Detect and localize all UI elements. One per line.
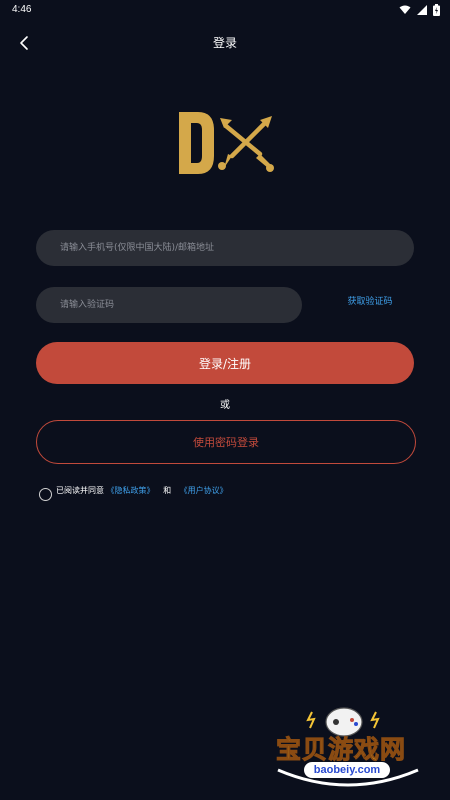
password-login-button[interactable]: 使用密码登录 bbox=[36, 420, 416, 464]
status-icons bbox=[399, 4, 440, 16]
agreement-row: 已阅读并同意 《隐私政策》 和 《用户协议》 bbox=[39, 480, 228, 501]
battery-icon bbox=[433, 4, 440, 16]
watermark-url: baobeiy.com bbox=[304, 762, 390, 778]
status-time: 4:46 bbox=[12, 4, 32, 15]
status-bar: 4:46 bbox=[0, 0, 450, 22]
header: 登录 bbox=[0, 28, 450, 58]
verification-code-field[interactable] bbox=[36, 287, 302, 323]
or-divider: 或 bbox=[220, 400, 230, 411]
phone-email-input[interactable] bbox=[58, 242, 414, 254]
agree-checkbox[interactable] bbox=[39, 488, 52, 501]
watermark-brand-text: 宝贝游戏网 bbox=[275, 735, 407, 765]
wifi-icon bbox=[399, 5, 411, 14]
dx-logo bbox=[179, 112, 274, 174]
login-register-button[interactable]: 登录/注册 bbox=[36, 342, 414, 384]
user-agreement-link[interactable]: 《用户协议》 bbox=[180, 486, 228, 495]
privacy-policy-link[interactable]: 《隐私政策》 bbox=[107, 486, 155, 495]
agreement-text: 已阅读并同意 《隐私政策》 和 《用户协议》 bbox=[56, 485, 228, 496]
verification-code-input[interactable] bbox=[58, 299, 302, 311]
agreement-and: 和 bbox=[163, 486, 172, 495]
agreement-prefix: 已阅读并同意 bbox=[56, 486, 104, 495]
watermark-logo: 宝贝游戏网 baobeiy.com bbox=[268, 700, 428, 792]
get-code-link[interactable]: 获取验证码 bbox=[340, 294, 400, 307]
phone-email-field[interactable] bbox=[36, 230, 414, 266]
page-title: 登录 bbox=[212, 36, 237, 50]
cellular-signal-icon bbox=[417, 5, 427, 15]
